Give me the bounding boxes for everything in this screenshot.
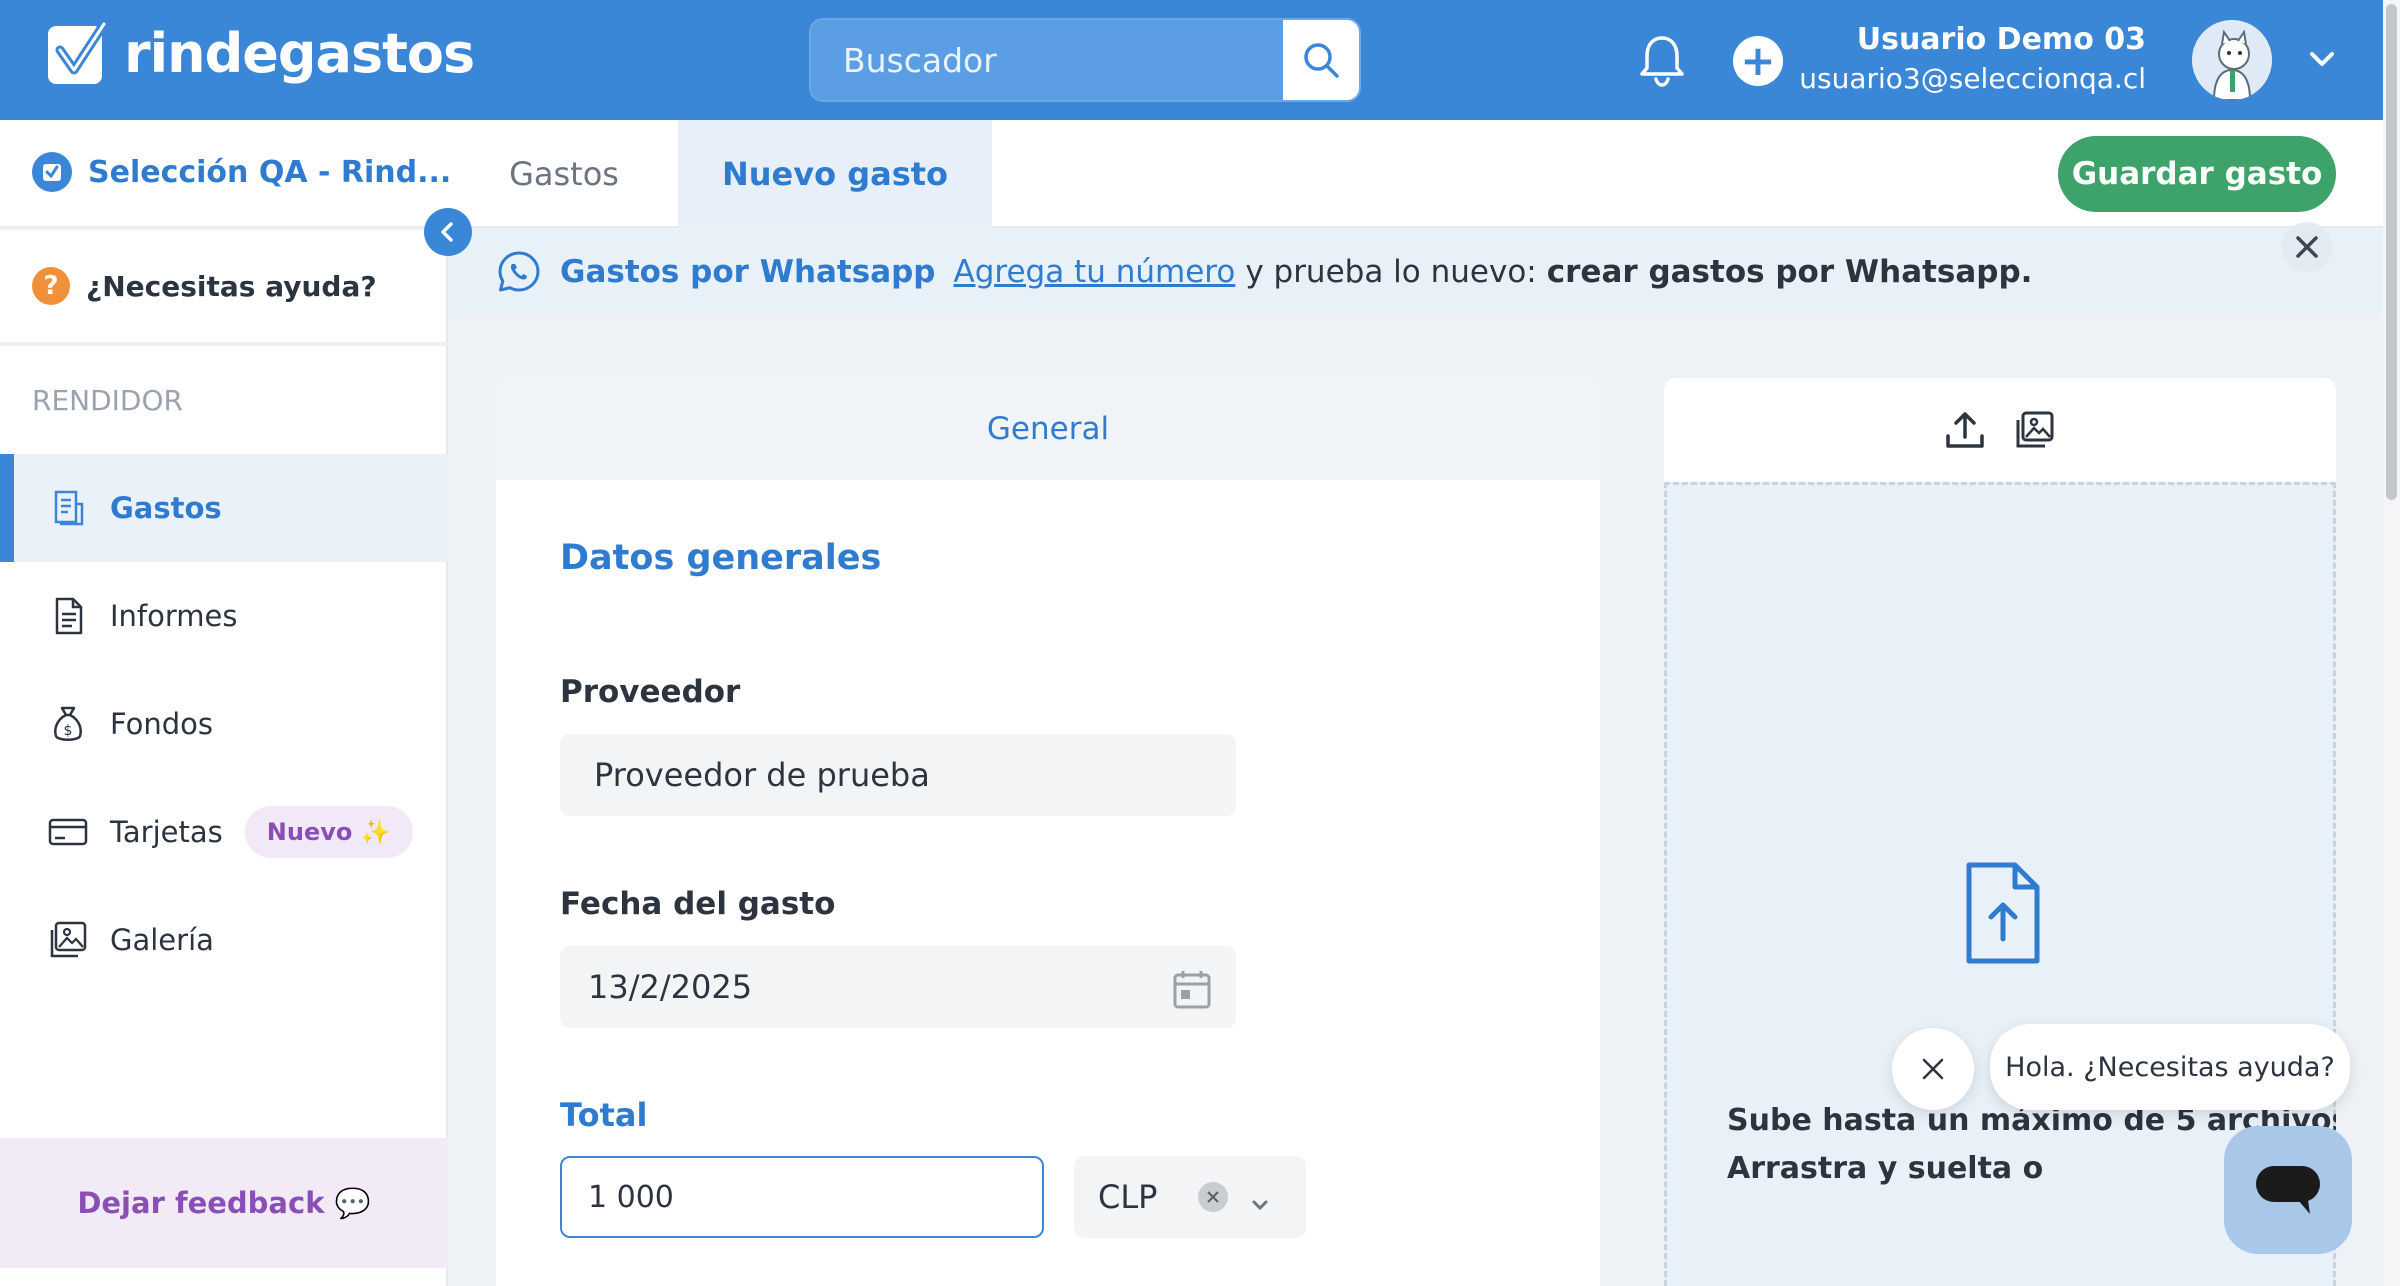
svg-text:$: $ [64,723,73,739]
sidebar-item-gastos[interactable]: Gastos [0,454,448,562]
document-icon [55,597,83,635]
brand-name: rindegastos [124,21,475,85]
sidebar-item-galeria[interactable]: Galería [0,886,448,994]
sidebar-item-fondos[interactable]: $ Fondos [0,670,448,778]
add-number-link[interactable]: Agrega tu número [954,254,1236,290]
brand-logo[interactable]: rindegastos [46,19,475,86]
feedback-button[interactable]: Dejar feedback 💬 [0,1138,448,1268]
help-label: ¿Necesitas ayuda? [86,269,377,303]
chat-greeting-bubble[interactable]: Hola. ¿Necesitas ayuda? [1990,1024,2350,1110]
whatsapp-icon [498,251,540,292]
sidebar-item-label: Galería [110,923,214,957]
user-avatar[interactable] [2192,20,2272,100]
calendar-icon[interactable] [1172,968,1212,1010]
tab-nuevo-gasto[interactable]: Nuevo gasto [678,120,992,228]
proveedor-input[interactable] [560,734,1236,816]
chat-close-icon[interactable] [1892,1028,1974,1110]
currency-value: CLP [1098,1178,1158,1216]
new-badge: Nuevo ✨ [244,806,413,858]
organization-selector[interactable]: Selección QA - Rind... [32,152,451,192]
banner-text: y prueba lo nuevo: [1245,254,1537,290]
fecha-label: Fecha del gasto [560,886,836,922]
receipt-icon [54,490,84,526]
proveedor-label: Proveedor [560,674,741,710]
total-label: Total [560,1096,648,1134]
help-link[interactable]: ? ¿Necesitas ayuda? [0,230,448,346]
upload-icon[interactable] [1944,409,1986,451]
collapse-sidebar-chevron-left-icon[interactable] [424,208,472,256]
total-input[interactable] [560,1156,1044,1238]
sidebar-section-title: RENDIDOR [32,384,183,417]
banner-close-icon[interactable] [2282,222,2332,272]
scrollbar-thumb[interactable] [2386,4,2397,500]
chevron-down-icon[interactable] [1248,1186,1272,1211]
user-menu-chevron-down-icon[interactable] [2304,44,2340,74]
expense-form-card: General Datos generales Proveedor Fecha … [496,378,1600,1286]
money-bag-icon: $ [54,706,82,741]
fecha-input[interactable] [560,946,1236,1028]
sidebar-item-tarjetas[interactable]: Tarjetas Nuevo ✨ [0,778,448,886]
whatsapp-banner: Gastos por Whatsapp Agrega tu número y p… [450,230,2383,314]
clear-currency-icon[interactable] [1198,1182,1228,1212]
add-plus-button[interactable]: + [1733,36,1783,86]
question-icon: ? [32,267,70,305]
currency-select[interactable]: CLP [1074,1156,1306,1238]
sidebar-item-label: Tarjetas [110,815,223,849]
sidebar-item-label: Gastos [110,491,222,525]
banner-title: Gastos por Whatsapp [560,254,936,290]
user-email[interactable]: usuario3@seleccionqa.cl [1799,62,2146,95]
search-icon [1304,43,1339,78]
gallery-icon [50,921,87,958]
search-input[interactable] [811,20,1283,100]
organization-label: Selección QA - Rind... [88,154,452,190]
chat-launcher-button[interactable] [2224,1126,2352,1254]
sidebar-item-label: Informes [110,599,238,633]
banner-bold-text: crear gastos por Whatsapp. [1546,254,2033,290]
section-title: Datos generales [560,538,882,578]
organization-icon [32,152,72,192]
logo-check-icon [46,19,110,86]
sidebar-item-informes[interactable]: Informes [0,562,448,670]
notifications-bell-icon[interactable] [1636,32,1688,88]
chat-icon [2256,1166,2320,1214]
tab-general[interactable]: General [496,378,1600,480]
gallery-icon[interactable] [2014,409,2056,451]
search-box [809,18,1361,102]
user-name[interactable]: Usuario Demo 03 [1857,22,2146,57]
file-upload-icon [1966,862,2040,964]
upload-toolbar [1664,378,2336,482]
sidebar-item-label: Fondos [110,707,214,741]
save-expense-button[interactable]: Guardar gasto [2058,136,2336,212]
search-button[interactable] [1283,20,1359,100]
credit-card-icon [48,818,88,846]
upload-instruction-secondary: Arrastra y suelta o [1727,1151,2044,1186]
tab-gastos[interactable]: Gastos [462,120,666,228]
